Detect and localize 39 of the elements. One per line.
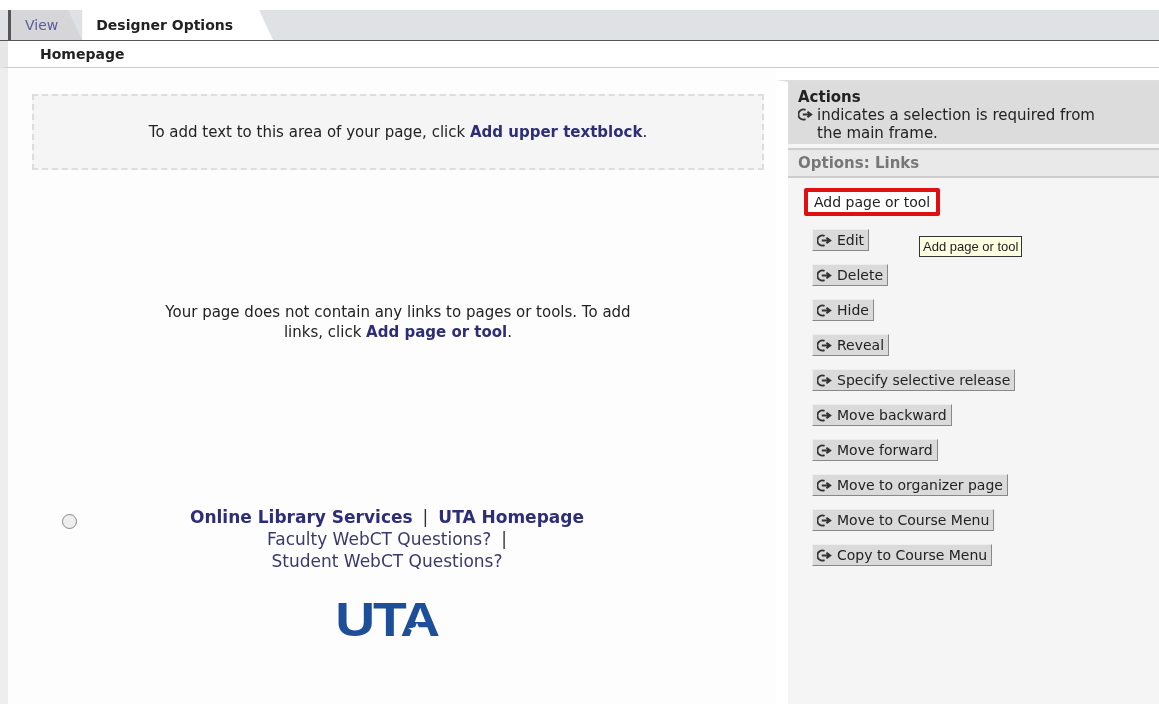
action-button[interactable]: Move to organizer page (812, 474, 1008, 496)
footer-link[interactable]: Student WebCT Questions? (271, 550, 503, 573)
selection-arrow-icon (817, 338, 834, 352)
actions-title: Actions (798, 88, 862, 106)
selection-arrow-icon (817, 548, 834, 562)
selection-arrow-icon (817, 233, 834, 247)
selection-arrow-icon (817, 513, 834, 527)
action-button[interactable]: Delete (812, 264, 888, 286)
footer-link[interactable]: UTA Homepage (438, 506, 584, 529)
tab[interactable]: Designer Options (82, 10, 274, 40)
selection-arrow-icon (817, 373, 834, 387)
footer-link[interactable]: Online Library Services (190, 506, 413, 529)
empty-message: Your page does not contain any links to pages or tools. To add links, click Add page or tool. (164, 303, 632, 342)
action-button[interactable]: Copy to Course Menu (812, 544, 993, 566)
action-button[interactable]: Move to Course Menu (812, 509, 995, 531)
upper-textblock: To add text to this area of your page, click Add upper textblock. (32, 94, 764, 170)
selection-arrow-icon (817, 268, 834, 282)
selection-arrow-icon (817, 478, 834, 492)
options-title: Options: Links (798, 154, 920, 172)
action-button[interactable]: Add page or tool (804, 188, 941, 216)
action-button[interactable]: Move backward (812, 404, 952, 426)
separator: | (501, 528, 507, 551)
tooltip: Add page or tool (919, 236, 1023, 257)
selection-arrow-icon (817, 303, 834, 317)
action-button[interactable]: Move forward (812, 439, 938, 461)
action-button[interactable]: Edit (812, 229, 870, 251)
selection-arrow-icon (817, 443, 834, 457)
selection-arrow-icon (798, 108, 815, 121)
actions-note: indicates a selection is required from the main frame. (817, 106, 1096, 142)
action-button[interactable]: Hide (812, 299, 874, 321)
selection-arrow-icon (817, 408, 834, 422)
tab[interactable]: View (8, 10, 83, 40)
separator: | (422, 506, 429, 529)
logo: UTA (335, 596, 439, 645)
page-title: Homepage (40, 46, 125, 62)
footer-link[interactable]: Faculty WebCT Questions? (267, 528, 492, 551)
action-button[interactable]: Reveal (812, 334, 890, 356)
action-button[interactable]: Specify selective release (812, 369, 1016, 391)
radio-button[interactable] (62, 514, 77, 529)
